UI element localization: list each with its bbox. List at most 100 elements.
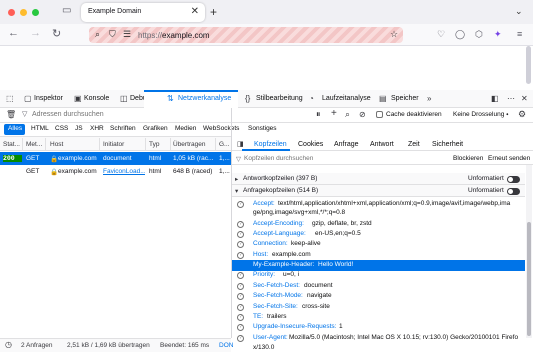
help-icon[interactable]: ?: [237, 201, 244, 208]
type-filter-css[interactable]: CSS: [55, 125, 68, 132]
col-size[interactable]: G...: [219, 141, 229, 148]
account-icon[interactable]: ◯: [455, 29, 465, 40]
more-tools-icon[interactable]: »: [427, 94, 431, 103]
pocket-icon[interactable]: ♡: [437, 29, 445, 40]
type-filter-other[interactable]: Sonstiges: [248, 125, 277, 132]
minimize-window-button[interactable]: [20, 9, 27, 16]
col-transferred[interactable]: Übertragen: [173, 141, 206, 148]
dock-icon[interactable]: ◧: [491, 94, 499, 103]
col-method[interactable]: Met...: [26, 141, 42, 148]
close-devtools-icon[interactable]: ✕: [521, 94, 528, 103]
col-status[interactable]: Stat...: [3, 141, 20, 148]
block-button[interactable]: Blockieren: [453, 155, 483, 162]
pick-element-icon[interactable]: ⬚: [6, 94, 14, 103]
back-icon[interactable]: ←: [8, 27, 19, 39]
tab-memory[interactable]: Speicher: [391, 95, 419, 102]
header-row-selected[interactable]: My-Example-Header: Hello World!: [232, 260, 525, 271]
tab-cookies[interactable]: Cookies: [298, 141, 323, 148]
col-divider[interactable]: [215, 138, 216, 150]
help-icon[interactable]: ?: [237, 231, 244, 238]
type-filter-images[interactable]: Grafiken: [143, 125, 168, 132]
headers-filter-input[interactable]: Kopfzeilen durchsuchen: [244, 155, 313, 162]
list-all-tabs-icon[interactable]: ⌄: [515, 6, 523, 17]
col-divider[interactable]: [22, 138, 23, 150]
tab-security[interactable]: Sicherheit: [432, 141, 463, 148]
header-row[interactable]: ? Priority: u=0, i: [232, 270, 525, 281]
col-divider[interactable]: [99, 138, 100, 150]
header-row[interactable]: ? User-Agent: Mozilla/5.0 (Macintosh; In…: [232, 333, 525, 344]
header-row[interactable]: ? Accept-Encoding: gzip, deflate, br, zs…: [232, 219, 525, 230]
type-filter-websockets[interactable]: WebSockets: [203, 125, 239, 132]
url-filter-input[interactable]: Adressen durchsuchen: [32, 111, 104, 118]
tab-inspector[interactable]: Inspektor: [34, 95, 63, 102]
header-row[interactable]: ? Sec-Fetch-Site: cross-site: [232, 302, 525, 313]
header-row[interactable]: ? Connection: keep-alive: [232, 239, 525, 250]
performance-analysis-icon[interactable]: ◷: [5, 340, 12, 349]
shield-icon[interactable]: ⛉: [109, 29, 116, 40]
disable-cache-checkbox[interactable]: [376, 111, 383, 118]
col-host[interactable]: Host: [50, 141, 63, 148]
tab-close-icon[interactable]: ✕: [191, 6, 199, 17]
close-window-button[interactable]: [8, 9, 15, 16]
type-filter-html[interactable]: HTML: [31, 125, 49, 132]
tab-request[interactable]: Anfrage: [334, 141, 359, 148]
page-scrollbar[interactable]: [526, 46, 531, 84]
header-row[interactable]: ? Upgrade-Insecure-Requests: 1: [232, 322, 525, 333]
url-bar[interactable]: ⌕ ⛉ ☰ https://example.com ☆: [89, 27, 403, 43]
raw-toggle[interactable]: [507, 176, 520, 183]
table-row[interactable]: GET 🔒 example.com FaviconLoad... html 64…: [0, 165, 231, 178]
type-filter-xhr[interactable]: XHR: [90, 125, 104, 132]
type-filter-media[interactable]: Medien: [175, 125, 196, 132]
app-menu-icon[interactable]: ≡: [517, 29, 522, 39]
search-requests-icon[interactable]: ⌕: [345, 109, 350, 120]
help-icon[interactable]: ?: [237, 314, 244, 321]
header-row[interactable]: ? Accept-Language: en-US,en;q=0.5: [232, 229, 525, 240]
network-settings-icon[interactable]: ⚙: [518, 109, 526, 120]
zoom-window-button[interactable]: [32, 9, 39, 16]
headers-scrollbar-thumb[interactable]: [527, 222, 531, 336]
col-divider[interactable]: [145, 138, 146, 150]
help-icon[interactable]: ?: [237, 252, 244, 259]
extensions-icon[interactable]: ⬡: [475, 29, 483, 40]
help-icon[interactable]: ?: [237, 283, 244, 290]
toggle-sidebar-icon[interactable]: ◨: [237, 140, 244, 148]
tab-style-editor[interactable]: Stilbearbeitung: [256, 95, 303, 102]
tab-headers[interactable]: Kopfzeilen: [254, 141, 287, 148]
request-initiator-link[interactable]: FaviconLoad...: [103, 168, 145, 175]
tab-network[interactable]: Netzwerkanalyse: [178, 95, 231, 102]
header-row[interactable]: ? Host: example.com: [232, 250, 525, 261]
help-icon[interactable]: ?: [237, 335, 244, 342]
tab-timings[interactable]: Zeit: [408, 141, 420, 148]
pause-icon[interactable]: ⏸: [316, 109, 321, 120]
tab-response[interactable]: Antwort: [370, 141, 394, 148]
header-row[interactable]: ? TE: trailers: [232, 312, 525, 323]
throttling-select[interactable]: Keine Drosselung ⬩: [453, 111, 508, 119]
help-icon[interactable]: ?: [237, 293, 244, 300]
url-text[interactable]: https://example.com: [138, 31, 210, 40]
clear-icon[interactable]: 🗑: [6, 110, 16, 119]
add-request-icon[interactable]: +: [331, 108, 337, 119]
type-filter-all[interactable]: Alles: [8, 125, 22, 132]
bookmark-star-icon[interactable]: ☆: [390, 29, 398, 40]
help-icon[interactable]: ?: [237, 272, 244, 279]
resend-button[interactable]: Erneut senden: [488, 155, 530, 162]
addon-icon[interactable]: ✦: [494, 29, 502, 40]
options-icon[interactable]: ⋯: [507, 94, 515, 103]
tab-performance[interactable]: Laufzeitanalyse: [322, 95, 371, 102]
request-headers-section[interactable]: ▾ Anfragekopfzeilen (514 B) Unformatiert: [232, 185, 525, 197]
help-icon[interactable]: ?: [237, 324, 244, 331]
forward-icon[interactable]: →: [30, 27, 41, 39]
raw-toggle[interactable]: [507, 188, 520, 195]
help-icon[interactable]: ?: [237, 304, 244, 311]
type-filter-js[interactable]: JS: [75, 125, 83, 132]
tab-example-domain[interactable]: Example Domain ✕: [81, 3, 205, 22]
table-row[interactable]: 200 GET 🔒 example.com document html 1,05…: [0, 152, 231, 165]
col-divider[interactable]: [45, 138, 46, 150]
header-row[interactable]: ? Sec-Fetch-Dest: document: [232, 281, 525, 292]
col-initiator[interactable]: Initiator: [103, 141, 124, 148]
block-icon[interactable]: ⊘: [359, 110, 366, 119]
header-row[interactable]: ? Sec-Fetch-Mode: navigate: [232, 291, 525, 302]
tab-overview-icon[interactable]: ▭: [62, 5, 71, 16]
tab-console[interactable]: Konsole: [84, 95, 109, 102]
page-info-icon[interactable]: ☰: [123, 29, 131, 40]
